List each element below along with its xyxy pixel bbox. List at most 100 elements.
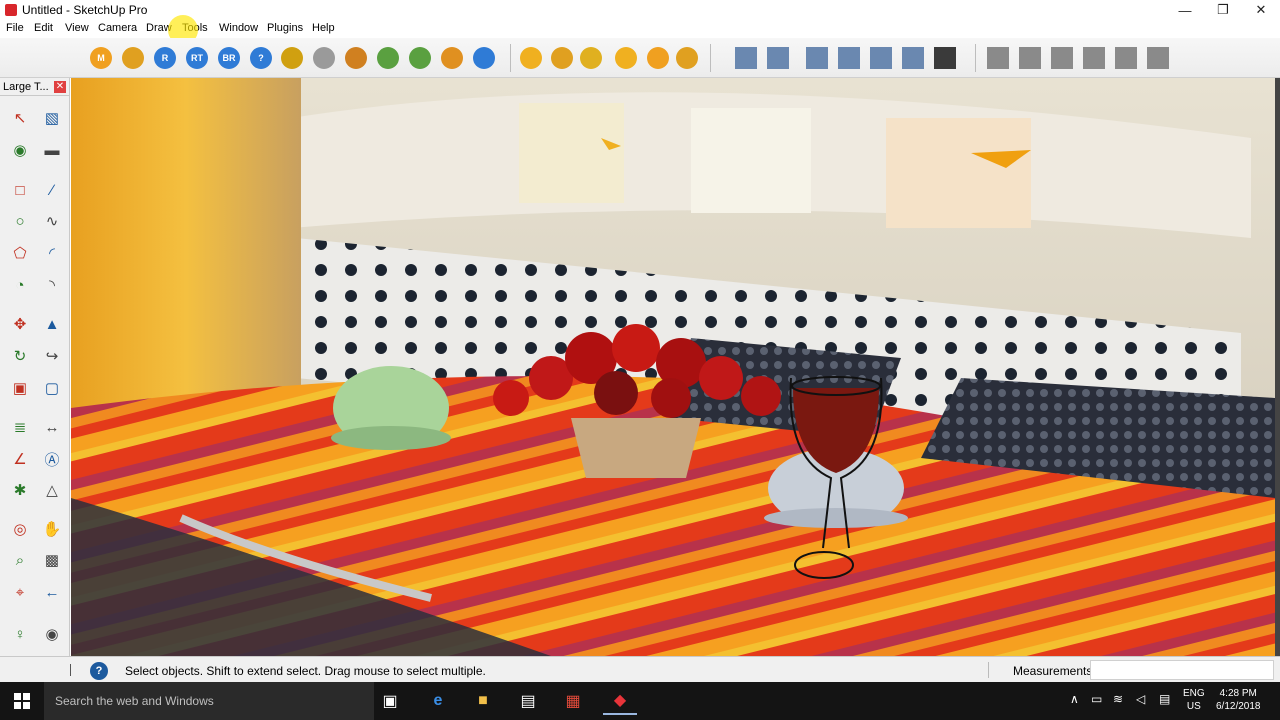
zoom-extents-icon[interactable]: ⌖ — [8, 580, 32, 604]
instructor-help-icon[interactable]: ? — [90, 662, 108, 680]
tape-measure-icon[interactable]: ≣ — [8, 415, 32, 439]
status-divider — [988, 662, 989, 678]
iso-view-icon[interactable] — [735, 47, 757, 69]
batch-render-icon[interactable]: BR — [218, 47, 240, 69]
freehand-icon[interactable]: ∿ — [40, 209, 64, 233]
target-icon[interactable] — [441, 47, 463, 69]
sphere-icon[interactable] — [313, 47, 335, 69]
task-view-icon[interactable]: ▣ — [373, 687, 407, 715]
store-icon[interactable]: ▤ — [511, 687, 545, 715]
scale-icon[interactable]: ▣ — [8, 376, 32, 400]
two-point-arc-icon[interactable]: ◝ — [40, 273, 64, 297]
realtime-render-icon[interactable]: RT — [186, 47, 208, 69]
start-button[interactable] — [0, 682, 44, 720]
measurements-input[interactable] — [1090, 660, 1274, 680]
menu-window[interactable]: Window — [219, 22, 258, 34]
volume-icon[interactable]: ◁ — [1136, 692, 1145, 706]
zoom-icon[interactable]: ⌕ — [8, 548, 32, 572]
line-icon[interactable]: ∕ — [40, 178, 64, 202]
language-code: ENG — [1183, 688, 1205, 699]
front-view-icon[interactable] — [806, 47, 828, 69]
back-view-icon[interactable] — [870, 47, 892, 69]
material-icon[interactable]: M — [90, 47, 112, 69]
house-icon[interactable] — [1051, 47, 1073, 69]
sphere-light-icon[interactable] — [520, 47, 542, 69]
spot-light-icon[interactable] — [551, 47, 573, 69]
warehouse-icon[interactable] — [987, 47, 1009, 69]
make-component-icon[interactable]: ▧ — [40, 106, 64, 130]
close-icon[interactable]: ✕ — [1241, 0, 1280, 20]
rotate-icon[interactable]: ↻ — [8, 344, 32, 368]
point-light-icon[interactable] — [580, 47, 602, 69]
pause-icon[interactable] — [473, 47, 495, 69]
position-camera-icon[interactable]: ♀ — [8, 622, 32, 646]
pie-icon[interactable]: ◔ — [8, 273, 32, 297]
text-icon[interactable]: Ⓐ — [40, 447, 64, 471]
menu-help[interactable]: Help — [312, 22, 335, 34]
minimize-icon[interactable]: — — [1165, 0, 1205, 20]
input-language[interactable]: ENG US — [1183, 687, 1205, 713]
menu-camera[interactable]: Camera — [98, 22, 137, 34]
tray-chevron-icon[interactable]: ∧ — [1070, 692, 1079, 706]
axes-icon[interactable]: ✱ — [8, 478, 32, 502]
tag-icon[interactable] — [122, 47, 144, 69]
eraser-icon[interactable]: ▬ — [40, 138, 64, 162]
edge-browser-icon[interactable]: e — [421, 687, 455, 715]
move-icon[interactable]: ✥ — [8, 312, 32, 336]
3d-text-icon[interactable]: △ — [40, 478, 64, 502]
sketchup-taskbar-icon[interactable]: ◆ — [603, 687, 637, 715]
palette-close-icon[interactable]: ✕ — [54, 80, 66, 93]
polygon-icon[interactable]: ⬠ — [8, 241, 32, 265]
top-view-icon[interactable] — [767, 47, 789, 69]
zoom-window-icon[interactable]: ▩ — [40, 548, 64, 572]
notification-icon[interactable]: ▤ — [1159, 692, 1170, 706]
menu-view[interactable]: View — [65, 22, 89, 34]
restore-icon[interactable]: ❐ — [1203, 0, 1243, 20]
left-view-icon[interactable] — [902, 47, 924, 69]
tree-icon[interactable] — [377, 47, 399, 69]
app-icon[interactable]: ▦ — [556, 687, 590, 715]
protractor-icon[interactable]: ∠ — [8, 447, 32, 471]
taskbar-clock[interactable]: 4:28 PM 6/12/2018 — [1216, 687, 1261, 713]
house-outline-icon[interactable] — [1115, 47, 1137, 69]
tag2-icon[interactable] — [281, 47, 303, 69]
tree2-icon[interactable] — [409, 47, 431, 69]
offset-icon[interactable]: ▢ — [40, 376, 64, 400]
orbit-icon[interactable]: ◎ — [8, 517, 32, 541]
xray-icon[interactable] — [934, 47, 956, 69]
omni-light-icon[interactable] — [647, 47, 669, 69]
help-icon[interactable]: ? — [250, 47, 272, 69]
dimension-icon[interactable]: ↔ — [40, 415, 64, 439]
components-icon[interactable] — [1019, 47, 1041, 69]
extension-icon[interactable] — [1083, 47, 1105, 69]
previous-view-icon[interactable]: ← — [40, 580, 64, 604]
render-icon[interactable]: R — [154, 47, 176, 69]
windows-taskbar: Search the web and Windows ▣ e ■ ▤ ▦ ◆ ∧… — [0, 682, 1280, 720]
geo-location-icon[interactable] — [70, 664, 80, 676]
main-toolbar: M R RT BR? — [0, 38, 1280, 78]
ies-light-icon[interactable] — [676, 47, 698, 69]
paint-bucket-icon[interactable]: ◉ — [8, 138, 32, 162]
drawing-viewport[interactable] — [71, 78, 1275, 656]
pan-icon[interactable]: ✋ — [40, 517, 64, 541]
look-around-icon[interactable]: ◉ — [40, 622, 64, 646]
right-view-icon[interactable] — [838, 47, 860, 69]
wifi-icon[interactable]: ≋ — [1113, 692, 1123, 706]
dome-light-icon[interactable] — [615, 47, 637, 69]
menu-file[interactable]: File — [6, 22, 24, 34]
push-pull-icon[interactable]: ▲ — [40, 312, 64, 336]
circle-icon[interactable]: ○ — [8, 209, 32, 233]
palette-title: Large T... — [3, 80, 49, 93]
file-explorer-icon[interactable]: ■ — [466, 687, 500, 715]
battery-icon[interactable]: ▭ — [1091, 692, 1102, 706]
building-icon[interactable] — [1147, 47, 1169, 69]
follow-me-icon[interactable]: ↪ — [40, 344, 64, 368]
region-code: US — [1186, 701, 1201, 712]
sun-icon[interactable] — [345, 47, 367, 69]
taskbar-search[interactable]: Search the web and Windows — [44, 682, 374, 720]
select-tool-icon[interactable]: ↖ — [8, 106, 32, 130]
menu-plugins[interactable]: Plugins — [267, 22, 303, 34]
rectangle-icon[interactable]: □ — [8, 178, 32, 202]
menu-edit[interactable]: Edit — [34, 22, 53, 34]
arc-icon[interactable]: ◜ — [40, 241, 64, 265]
